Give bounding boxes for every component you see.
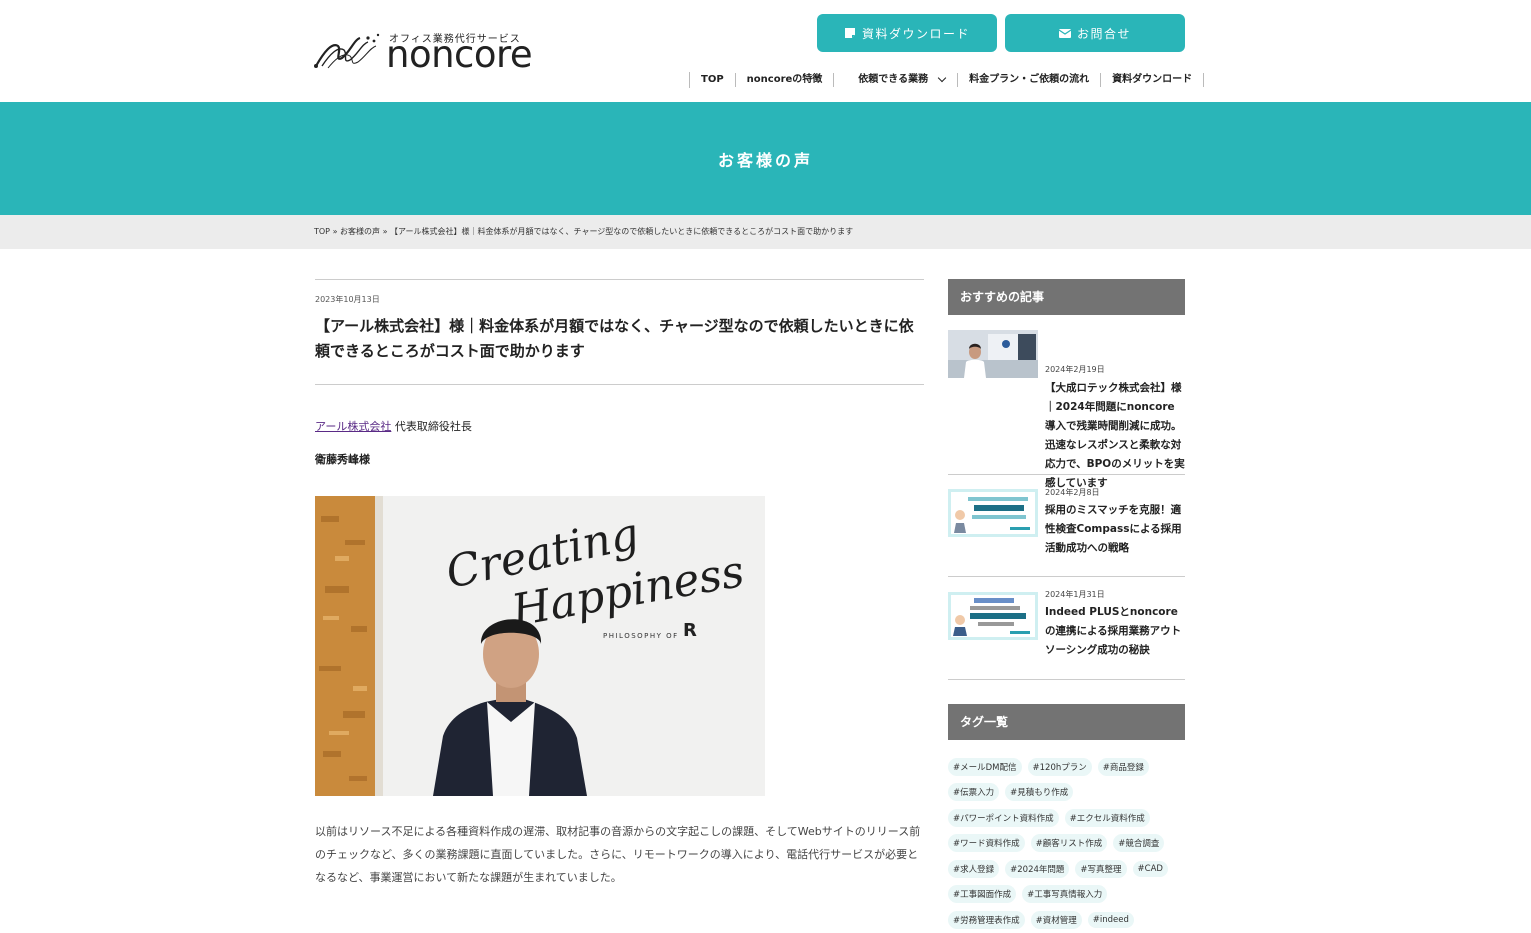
breadcrumb-voice[interactable]: お客様の声 (340, 227, 380, 236)
tag[interactable]: #CAD (1132, 860, 1168, 877)
recommended-item[interactable]: 2024年2月8日 採用のミスマッチを克服！適性検査Compassによる採用活動… (948, 475, 1185, 577)
download-button-label: 資料ダウンロード (861, 26, 970, 41)
recommended-thumbnail (948, 489, 1038, 537)
chevron-down-icon (937, 73, 947, 83)
tag[interactable]: #パワーポイント資料作成 (948, 808, 1059, 827)
page-title: お客様の声 (717, 150, 813, 170)
article-date: 2023年10月13日 (315, 295, 380, 304)
tag[interactable]: #工事図面作成 (948, 885, 1017, 904)
tag[interactable]: #顧客リスト作成 (1030, 834, 1108, 853)
tag[interactable]: #資材管理 (1030, 910, 1082, 929)
tag[interactable]: #商品登録 (1097, 757, 1149, 776)
tag[interactable]: #ワード資料作成 (948, 834, 1025, 853)
recommended-item[interactable]: 2024年1月31日 Indeed PLUSとnoncoreの連携による採用業務… (948, 577, 1185, 680)
tag[interactable]: #写真整理 (1075, 859, 1127, 878)
photo-text-philosophy: PHILOSOPHY OF (603, 632, 679, 640)
tag-cloud: #メールDM配信 #120hプラン #商品登録 #伝票入力 #見積もり作成 #パ… (948, 754, 1185, 933)
nav-item-pricing[interactable]: 料金プラン・ご依頼の流れ (958, 73, 1102, 87)
recommended-date: 2024年1月31日 (1045, 590, 1105, 599)
recommended-thumbnail (948, 330, 1038, 378)
tag[interactable]: #求人登録 (948, 859, 1000, 878)
logo-mark-icon (314, 33, 380, 69)
breadcrumb-separator: » (382, 227, 388, 236)
svg-text:R: R (683, 620, 697, 641)
mail-icon (1058, 29, 1071, 38)
recommended-date: 2024年2月19日 (1045, 365, 1105, 374)
tag[interactable]: #メールDM配信 (948, 757, 1022, 776)
divider (315, 384, 924, 385)
nav-item-label: noncoreの特徴 (746, 74, 823, 85)
global-nav: TOP noncoreの特徴 依頼できる業務 料金プラン・ご依頼の流れ 資料ダウ… (689, 72, 1205, 88)
contact-button-label: お問合せ (1076, 26, 1131, 41)
recommended-title: Indeed PLUSとnoncoreの連携による採用業務アウトソーシング成功の… (1045, 606, 1182, 656)
tag[interactable]: #伝票入力 (948, 783, 1000, 802)
tag[interactable]: #エクセル資料作成 (1064, 808, 1150, 827)
recommended-thumbnail (948, 592, 1038, 640)
article-title: 【アール株式会社】様｜料金体系が月額ではなく、チャージ型なので依頼したいときに依… (315, 317, 914, 360)
interviewee-name: 衛藤秀峰様 (315, 453, 370, 466)
company-line: アール株式会社 代表取締役社長 (315, 418, 924, 434)
company-link[interactable]: アール株式会社 (315, 420, 391, 433)
download-button[interactable]: 資料ダウンロード (817, 14, 997, 52)
nav-item-services[interactable]: 依頼できる業務 (834, 73, 959, 87)
nav-item-label: TOP (701, 74, 724, 85)
tags-heading: タグ一覧 (948, 704, 1185, 740)
page-hero: お客様の声 (0, 102, 1531, 215)
breadcrumb-separator: » (332, 227, 338, 236)
nav-item-label: 料金プラン・ご依頼の流れ (969, 74, 1090, 85)
nav-item-features[interactable]: noncoreの特徴 (736, 73, 835, 87)
site-logo[interactable]: オフィス業務代行サービス noncore (314, 30, 533, 76)
nav-item-download[interactable]: 資料ダウンロード (1101, 73, 1205, 87)
recommended-heading: おすすめの記事 (948, 279, 1185, 315)
recommended-title: 採用のミスマッチを克服！適性検査Compassによる採用活動成功への戦略 (1045, 504, 1182, 554)
divider (315, 279, 924, 280)
tag[interactable]: #競合調査 (1113, 834, 1165, 853)
tag[interactable]: #2024年問題 (1005, 859, 1070, 878)
contact-button[interactable]: お問合せ (1005, 14, 1185, 52)
nav-item-top[interactable]: TOP (690, 73, 736, 87)
breadcrumb-current: 【アール株式会社】様｜料金体系が月額ではなく、チャージ型なので依頼したいときに依… (390, 227, 854, 236)
company-role: 代表取締役社長 (391, 420, 472, 433)
nav-item-label: 資料ダウンロード (1112, 74, 1193, 85)
tag[interactable]: #工事写真情報入力 (1022, 885, 1108, 904)
nav-item-label: 依頼できる業務 (858, 74, 929, 85)
tag[interactable]: #見積もり作成 (1005, 783, 1074, 802)
interview-photo: Creating Happiness PHILOSOPHY OF R (315, 496, 765, 796)
tag[interactable]: #120hプラン (1027, 757, 1092, 776)
document-icon (844, 28, 855, 38)
article: 2023年10月13日 【アール株式会社】様｜料金体系が月額ではなく、チャージ型… (315, 279, 924, 884)
breadcrumb: TOP » お客様の声 » 【アール株式会社】様｜料金体系が月額ではなく、チャー… (0, 215, 1531, 249)
recommended-date: 2024年2月8日 (1045, 488, 1100, 497)
tag[interactable]: #indeed (1087, 911, 1134, 928)
recommended-item[interactable]: 2024年2月19日 【大成ロテック株式会社】様｜2024年問題にnoncore… (948, 315, 1185, 489)
logo-wordmark: noncore (386, 33, 533, 76)
site-header: オフィス業務代行サービス noncore 資料ダウンロード お問合せ TOP n… (0, 0, 1531, 102)
sidebar: おすすめの記事 2024年2月19日 【大成ロテック株式会社】様｜2024年問題… (948, 279, 1185, 929)
article-body: 以前はリソース不足による各種資料作成の遅滞、取材記事の音源からの文字起こしの課題… (315, 825, 921, 884)
breadcrumb-top[interactable]: TOP (314, 227, 330, 236)
tag[interactable]: #労務管理表作成 (948, 910, 1025, 929)
